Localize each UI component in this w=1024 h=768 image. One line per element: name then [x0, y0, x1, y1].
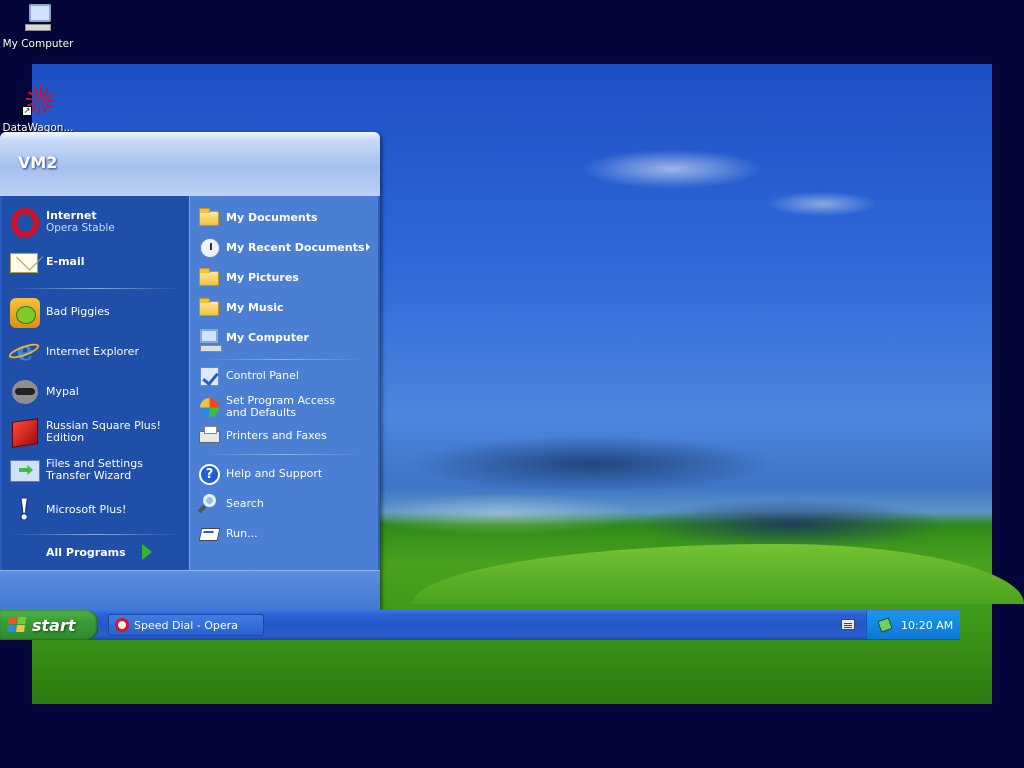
- desktop-icon-label: My Computer: [2, 38, 74, 50]
- russian-square-icon: [8, 416, 40, 448]
- run-icon: [198, 523, 221, 545]
- program-item-label: Mypal: [46, 385, 79, 398]
- program-item-transfer-wizard[interactable]: Files and Settings Transfer Wizard: [8, 452, 188, 488]
- taskbar: start Speed Dial - Opera 10:20 AM: [0, 610, 960, 640]
- program-item-microsoft-plus[interactable]: ! Microsoft Plus!: [8, 492, 188, 528]
- system-item-control-panel[interactable]: Control Panel: [198, 362, 376, 390]
- desktop-icon-my-computer[interactable]: My Computer: [0, 2, 76, 50]
- recent-documents-icon: [198, 237, 220, 259]
- start-menu-programs-pane: Internet Opera Stable E-mail Bad Piggies…: [2, 196, 189, 570]
- shortcut-arrow-icon: ↗: [22, 106, 32, 116]
- system-tray: 10:20 AM: [866, 611, 960, 639]
- place-item-label: My Music: [226, 301, 284, 314]
- datawagon-icon: ↗: [22, 86, 54, 118]
- system-item-program-access[interactable]: Set Program Access and Defaults: [198, 392, 376, 422]
- search-icon: [198, 493, 220, 515]
- control-panel-icon: [198, 365, 220, 387]
- email-icon: [8, 246, 40, 278]
- program-item-mypal[interactable]: Mypal: [8, 374, 188, 410]
- program-access-icon: [198, 396, 220, 418]
- start-menu-places-pane: My Documents My Recent Documents My Pict…: [189, 196, 378, 570]
- taskbar-button-opera[interactable]: Speed Dial - Opera: [108, 614, 264, 636]
- printer-icon: [198, 425, 220, 447]
- start-label: start: [32, 615, 76, 635]
- folder-icon: [198, 297, 220, 319]
- program-item-bad-piggies[interactable]: Bad Piggies: [8, 294, 188, 330]
- microsoft-plus-icon: !: [18, 493, 31, 526]
- mypal-icon: [8, 376, 40, 408]
- taskbar-button-label: Speed Dial - Opera: [134, 618, 238, 632]
- program-item-label: Microsoft Plus!: [46, 503, 127, 516]
- user-name: VM2: [18, 153, 58, 172]
- program-item-label: Russian Square Plus! Edition: [46, 419, 161, 444]
- place-item-my-pictures[interactable]: My Pictures: [198, 264, 376, 292]
- place-item-my-recent-documents[interactable]: My Recent Documents: [198, 234, 376, 262]
- computer-icon: [22, 2, 54, 34]
- start-menu-header: VM2: [0, 132, 380, 196]
- menu-separator: [204, 454, 364, 455]
- program-item-label: Internet Explorer: [46, 345, 139, 358]
- network-icon[interactable]: [877, 617, 893, 633]
- pinned-item-title: E-mail: [46, 255, 85, 268]
- start-menu-footer: [0, 570, 380, 610]
- place-item-label: My Pictures: [226, 271, 299, 284]
- desktop-icon-datawagon[interactable]: ↗ DataWagon...: [0, 86, 76, 134]
- help-icon: ?: [198, 463, 220, 485]
- system-item-printers[interactable]: Printers and Faxes: [198, 422, 376, 450]
- support-item-help[interactable]: ? Help and Support: [198, 460, 376, 488]
- keyboard-icon[interactable]: [841, 619, 855, 630]
- computer-icon: [198, 327, 222, 352]
- system-item-label: Printers and Faxes: [226, 429, 327, 442]
- opera-icon: [8, 206, 40, 238]
- system-item-label: Control Panel: [226, 369, 299, 382]
- pinned-item-subtitle: Opera Stable: [46, 222, 115, 234]
- clock[interactable]: 10:20 AM: [901, 619, 953, 632]
- all-programs-button[interactable]: All Programs: [46, 540, 152, 564]
- internet-explorer-icon: e: [7, 336, 41, 368]
- menu-separator: [10, 288, 180, 289]
- pinned-item-internet[interactable]: Internet Opera Stable: [8, 204, 188, 240]
- green-arrow-icon: [141, 544, 152, 560]
- bad-piggies-icon: [8, 296, 40, 328]
- transfer-wizard-icon: [8, 454, 40, 486]
- system-item-label: Set Program Access and Defaults: [226, 394, 336, 419]
- support-item-label: Run...: [226, 527, 258, 540]
- place-item-my-documents[interactable]: My Documents: [198, 204, 376, 232]
- wallpaper-hill: [412, 544, 1024, 604]
- windows-logo-icon: [7, 617, 27, 633]
- support-item-label: Help and Support: [226, 467, 323, 480]
- program-item-label: Bad Piggies: [46, 305, 110, 318]
- start-menu: VM2 Internet Opera Stable E-mail Bad Pig…: [0, 132, 380, 610]
- place-item-my-computer[interactable]: My Computer: [198, 324, 376, 352]
- place-item-label: My Computer: [226, 331, 309, 344]
- program-item-internet-explorer[interactable]: e Internet Explorer: [7, 334, 188, 370]
- menu-separator: [204, 359, 364, 360]
- program-item-russian-square[interactable]: Russian Square Plus! Edition: [8, 414, 188, 450]
- opera-icon: [115, 618, 129, 632]
- submenu-arrow-icon: [366, 243, 370, 251]
- support-item-label: Search: [226, 497, 264, 510]
- support-item-search[interactable]: Search: [198, 490, 376, 518]
- all-programs-label: All Programs: [46, 545, 126, 559]
- menu-separator: [10, 534, 180, 535]
- place-item-my-music[interactable]: My Music: [198, 294, 376, 322]
- folder-icon: [198, 267, 220, 289]
- pinned-item-title: Internet: [46, 209, 97, 222]
- place-item-label: My Documents: [226, 211, 318, 224]
- folder-icon: [198, 207, 220, 229]
- place-item-label: My Recent Documents: [226, 241, 365, 254]
- start-button[interactable]: start: [0, 610, 98, 640]
- pinned-item-email[interactable]: E-mail: [8, 244, 188, 280]
- support-item-run[interactable]: Run...: [198, 520, 376, 548]
- program-item-label: Files and Settings Transfer Wizard: [46, 457, 143, 482]
